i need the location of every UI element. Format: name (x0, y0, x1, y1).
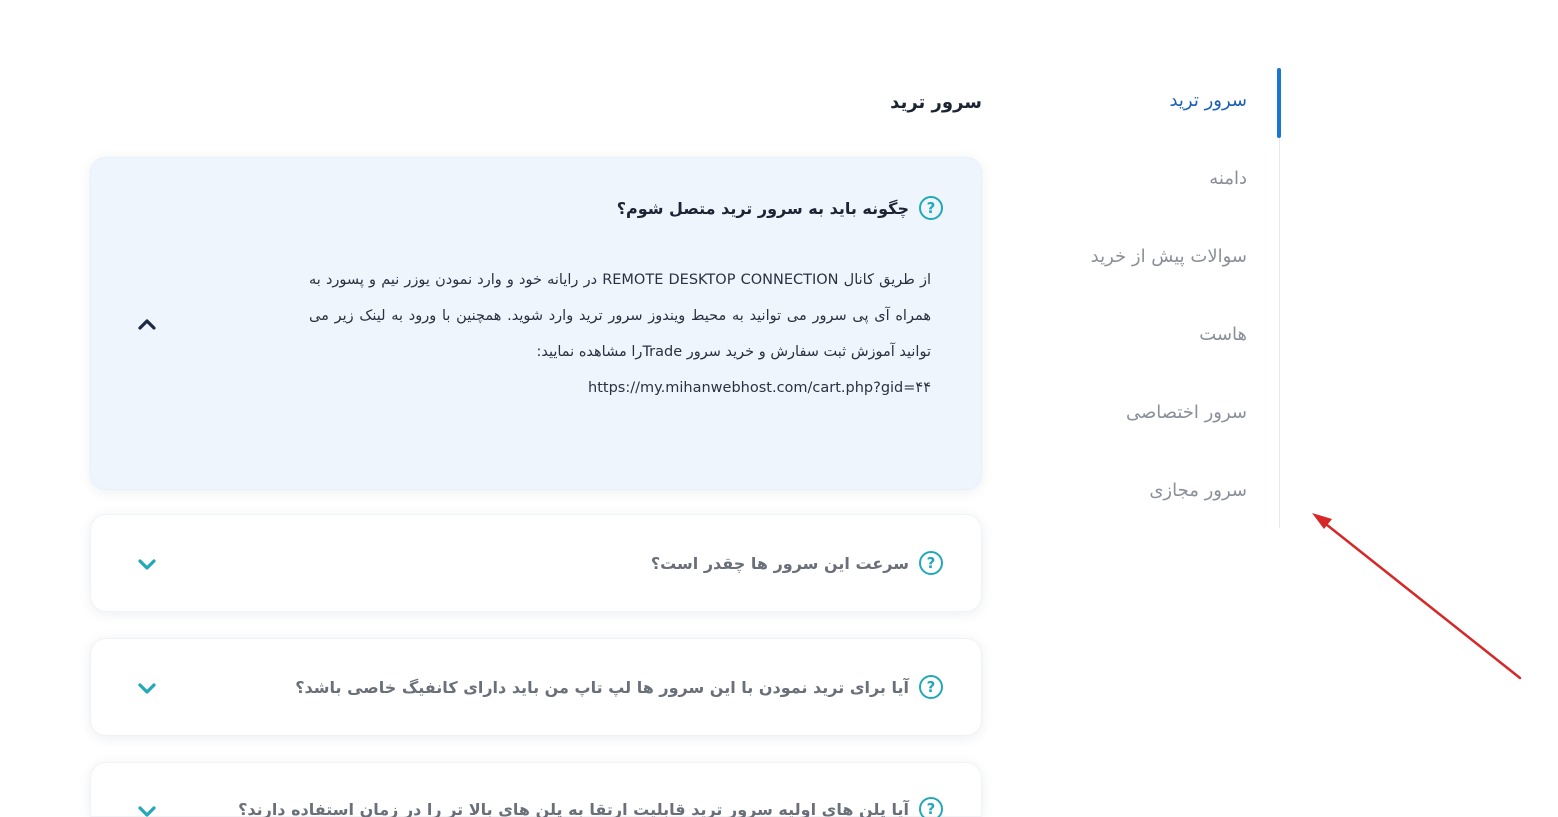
faq-item[interactable]: ? آیا پلن های اولیه سرور ترید قابلیت ارت… (90, 762, 982, 817)
faq-question-row[interactable]: ? چگونه باید به سرور ترید متصل شوم؟ (181, 196, 943, 220)
expand-button[interactable] (135, 552, 159, 576)
question-circle-icon: ? (919, 797, 943, 817)
faq-question: سرعت این سرور ها چقدر است؟ (650, 553, 909, 573)
faq-question: چگونه باید به سرور ترید متصل شوم؟ (616, 198, 909, 218)
active-indicator (1277, 68, 1281, 138)
nav-item-trade-server[interactable]: سرور ترید (1169, 90, 1247, 111)
collapse-button[interactable] (135, 312, 159, 336)
faq-category-nav: سرور ترید دامنه سوالات پیش از خرید هاست … (1070, 68, 1281, 528)
nav-item-hosting[interactable]: هاست (1199, 324, 1247, 345)
question-circle-icon: ? (919, 675, 943, 699)
faq-question: آیا برای ترید نمودن با این سرور ها لپ تا… (295, 677, 909, 697)
faq-question: آیا پلن های اولیه سرور ترید قابلیت ارتقا… (238, 799, 909, 817)
section-title: سرور ترید (890, 92, 982, 113)
chevron-up-icon (138, 319, 156, 330)
faq-answer-link[interactable]: https://my.mihanwebhost.com/cart.php?gid… (588, 380, 931, 396)
expand-button[interactable] (135, 676, 159, 700)
faq-question-row[interactable]: ? آیا پلن های اولیه سرور ترید قابلیت ارت… (181, 797, 943, 817)
chevron-down-icon (138, 559, 156, 570)
faq-item[interactable]: ? آیا برای ترید نمودن با این سرور ها لپ … (90, 638, 982, 736)
question-circle-icon: ? (919, 196, 943, 220)
chevron-down-icon (138, 806, 156, 817)
chevron-down-icon (138, 683, 156, 694)
faq-item[interactable]: ? سرعت این سرور ها چقدر است؟ (90, 514, 982, 612)
nav-item-vps[interactable]: سرور مجازی (1149, 480, 1247, 501)
page: سرور ترید دامنه سوالات پیش از خرید هاست … (0, 0, 1558, 817)
nav-item-pre-purchase[interactable]: سوالات پیش از خرید (1091, 246, 1247, 267)
question-circle-icon: ? (919, 551, 943, 575)
faq-item-expanded: ? چگونه باید به سرور ترید متصل شوم؟ از ط… (90, 157, 982, 490)
faq-answer-text: از طریق کانال REMOTE DESKTOP CONNECTION … (309, 272, 931, 360)
faq-question-row[interactable]: ? آیا برای ترید نمودن با این سرور ها لپ … (181, 675, 943, 699)
expand-button[interactable] (135, 799, 159, 817)
nav-item-dedicated-server[interactable]: سرور اختصاصی (1126, 402, 1247, 423)
faq-question-row[interactable]: ? سرعت این سرور ها چقدر است؟ (181, 551, 943, 575)
nav-item-domain[interactable]: دامنه (1209, 168, 1247, 189)
faq-answer: از طریق کانال REMOTE DESKTOP CONNECTION … (309, 262, 931, 406)
